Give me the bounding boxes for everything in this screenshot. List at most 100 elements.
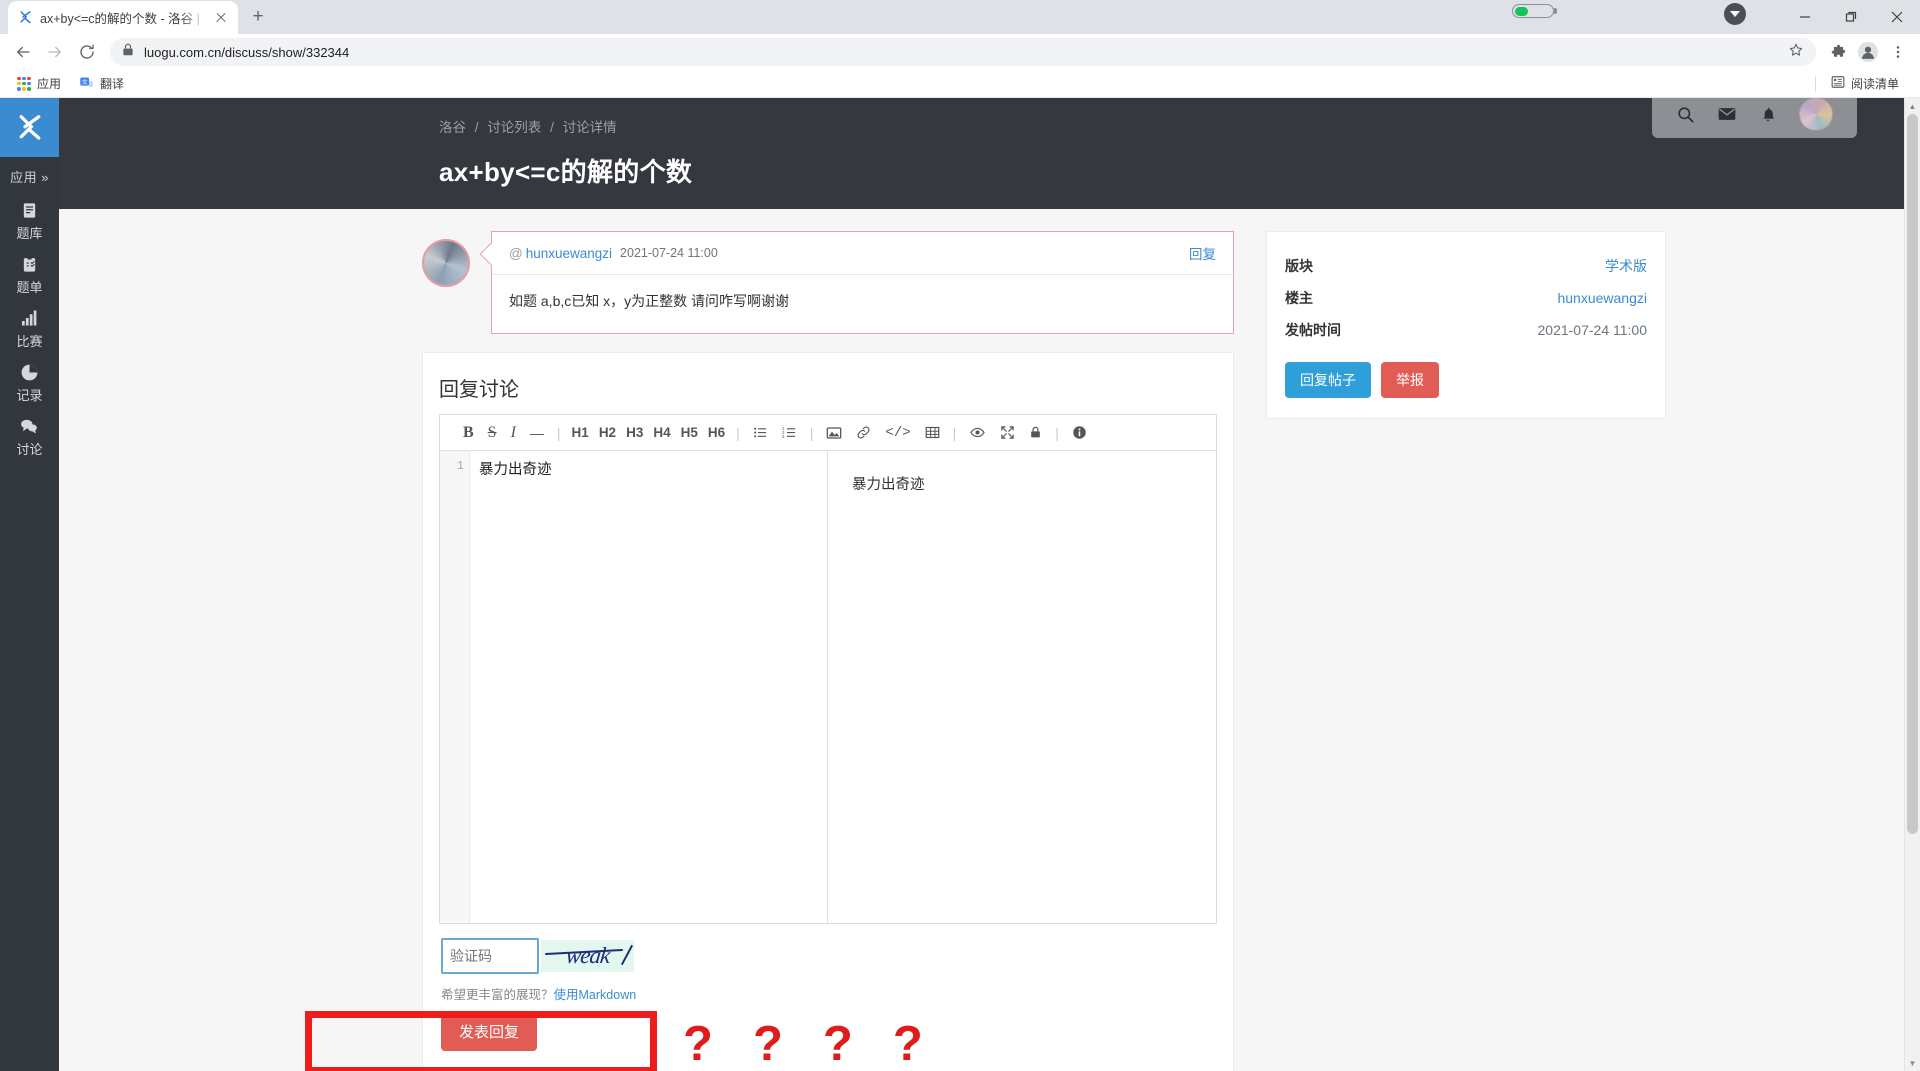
- close-window-button[interactable]: [1874, 1, 1920, 33]
- markdown-editor: B S I — | H1 H2 H3 H4 H5 H6 | 1 2 3 | </…: [439, 414, 1217, 924]
- tab-close-icon[interactable]: [213, 10, 229, 26]
- report-button[interactable]: 举报: [1381, 362, 1439, 398]
- image-icon[interactable]: [819, 421, 849, 445]
- strikethrough-button[interactable]: S: [481, 421, 504, 445]
- post-card: @ hunxuewangzi 2021-07-24 11:00 回复 如题 a,…: [491, 231, 1234, 334]
- scrollbar-down-arrow[interactable]: ▼: [1905, 1055, 1920, 1071]
- lock-icon[interactable]: [1022, 421, 1049, 445]
- breadcrumb-item-home[interactable]: 洛谷: [439, 120, 466, 135]
- post-reply-link[interactable]: 回复: [1189, 243, 1216, 263]
- heading-6-button[interactable]: H6: [703, 425, 730, 440]
- ordered-list-icon[interactable]: 123: [775, 421, 804, 445]
- post-actions: 回复帖子 举报: [1285, 362, 1647, 398]
- sidebar-item-discuss[interactable]: 讨论: [16, 406, 43, 460]
- sidebar-item-label: 讨论: [16, 442, 43, 457]
- sidebar-item-label: 记录: [16, 388, 43, 403]
- toolbar-separator: |: [952, 424, 957, 441]
- sidebar-item-records[interactable]: 记录: [16, 352, 43, 406]
- comments-icon: [19, 416, 39, 436]
- reading-list-button[interactable]: 阅读清单: [1824, 73, 1906, 94]
- question-mark: ?: [822, 1017, 853, 1071]
- tab-strip: ax+by<=c的解的个数 - 洛谷 | 计 +: [0, 0, 272, 34]
- reading-list-label: 阅读清单: [1850, 77, 1899, 91]
- browser-tab[interactable]: ax+by<=c的解的个数 - 洛谷 | 计: [8, 1, 238, 34]
- table-icon[interactable]: [918, 421, 947, 445]
- new-tab-button[interactable]: +: [244, 3, 272, 31]
- page-content: 洛谷 / 讨论列表 / 讨论详情 ax+by<=c的解的个数 @ hunxuew…: [59, 98, 1920, 1071]
- link-icon[interactable]: [849, 421, 878, 445]
- post-author[interactable]: hunxuewangzi: [526, 246, 612, 261]
- back-button[interactable]: [8, 37, 38, 67]
- info-value-forum[interactable]: 学术版: [1605, 256, 1647, 276]
- bold-button[interactable]: B: [456, 421, 481, 445]
- expand-icon[interactable]: [993, 421, 1022, 445]
- heading-5-button[interactable]: H5: [676, 425, 703, 440]
- editor-split: 1 暴力出奇迹 暴力出奇迹: [440, 451, 1216, 923]
- page-title: ax+by<=c的解的个数: [439, 157, 693, 187]
- markdown-hint-text: 希望更丰富的展现？: [441, 988, 554, 1002]
- browser-toolbar: luogu.com.cn/discuss/show/332344: [0, 34, 1920, 70]
- post-info-card: 版块 学术版 楼主 hunxuewangzi 发帖时间 2021-07-24 1…: [1266, 231, 1666, 419]
- captcha-image-text: weak: [564, 943, 611, 968]
- bell-icon[interactable]: [1759, 105, 1777, 124]
- submit-reply-button[interactable]: 发表回复: [441, 1012, 538, 1051]
- reload-button[interactable]: [72, 37, 102, 67]
- info-icon[interactable]: [1065, 421, 1094, 445]
- address-bar[interactable]: luogu.com.cn/discuss/show/332344: [110, 38, 1816, 66]
- eye-icon[interactable]: [962, 421, 993, 445]
- maximize-button[interactable]: [1828, 1, 1874, 33]
- sidebar-item-problem-lists[interactable]: 题单: [16, 244, 43, 298]
- italic-button[interactable]: I: [504, 421, 523, 445]
- post-body: 如题 a,b,c已知 x，y为正整数 请问咋写啊谢谢: [509, 293, 790, 309]
- sidebar-item-contests[interactable]: 比赛: [16, 298, 43, 352]
- toolbar-separator: |: [556, 424, 561, 441]
- mail-icon[interactable]: [1717, 104, 1737, 124]
- sidebar-apps-toggle[interactable]: 应用 »: [10, 157, 49, 190]
- captcha-input[interactable]: [441, 938, 539, 974]
- question-mark: ?: [683, 1017, 713, 1071]
- star-icon[interactable]: [1788, 42, 1804, 63]
- info-key: 楼主: [1285, 290, 1313, 306]
- forward-button[interactable]: [40, 37, 70, 67]
- info-key: 版块: [1285, 258, 1313, 274]
- code-icon[interactable]: </>: [878, 421, 917, 445]
- post-avatar[interactable]: [422, 239, 470, 287]
- editor-input-pane[interactable]: 1 暴力出奇迹: [440, 451, 828, 923]
- question-mark: ?: [892, 1017, 923, 1071]
- bookmark-apps[interactable]: 应用: [10, 73, 68, 94]
- heading-4-button[interactable]: H4: [648, 425, 675, 440]
- bookmark-translate[interactable]: 文 翻译: [72, 73, 131, 95]
- heading-2-button[interactable]: H2: [594, 425, 621, 440]
- side-column: 版块 学术版 楼主 hunxuewangzi 发帖时间 2021-07-24 1…: [1266, 231, 1666, 1071]
- scrollbar-up-arrow[interactable]: ▲: [1905, 98, 1920, 114]
- book-icon: [21, 200, 38, 220]
- sidebar-item-label: 题库: [16, 226, 43, 241]
- reply-post-button[interactable]: 回复帖子: [1285, 362, 1371, 398]
- search-icon[interactable]: [1676, 105, 1695, 124]
- markdown-hint-link[interactable]: 使用Markdown: [554, 988, 637, 1002]
- sidebar-item-problems[interactable]: 题库: [16, 190, 43, 244]
- lock-icon: [122, 43, 134, 61]
- scrollbar-thumb[interactable]: [1907, 114, 1918, 834]
- toolbar-separator: |: [809, 424, 814, 441]
- horizontal-rule-button[interactable]: —: [523, 421, 551, 445]
- header-actions: [1652, 98, 1857, 138]
- info-value-author[interactable]: hunxuewangzi: [1557, 290, 1647, 306]
- avatar[interactable]: [1799, 98, 1833, 131]
- apps-grid-icon: [17, 76, 31, 91]
- captcha-image[interactable]: weak: [541, 940, 634, 972]
- luogu-logo[interactable]: [0, 98, 59, 157]
- download-icon[interactable]: [1724, 3, 1746, 25]
- minimize-button[interactable]: [1782, 1, 1828, 33]
- page-scrollbar[interactable]: ▲ ▼: [1904, 98, 1920, 1071]
- breadcrumb-separator: /: [474, 120, 479, 135]
- more-menu-icon[interactable]: [1884, 38, 1912, 66]
- breadcrumb-item-list[interactable]: 讨论列表: [487, 120, 541, 135]
- heading-1-button[interactable]: H1: [567, 425, 594, 440]
- unordered-list-icon[interactable]: [746, 421, 775, 445]
- page-body: @ hunxuewangzi 2021-07-24 11:00 回复 如题 a,…: [59, 209, 1920, 1071]
- editor-textarea[interactable]: 暴力出奇迹: [470, 451, 827, 923]
- profile-icon[interactable]: [1854, 38, 1882, 66]
- extensions-icon[interactable]: [1824, 38, 1852, 66]
- heading-3-button[interactable]: H3: [621, 425, 648, 440]
